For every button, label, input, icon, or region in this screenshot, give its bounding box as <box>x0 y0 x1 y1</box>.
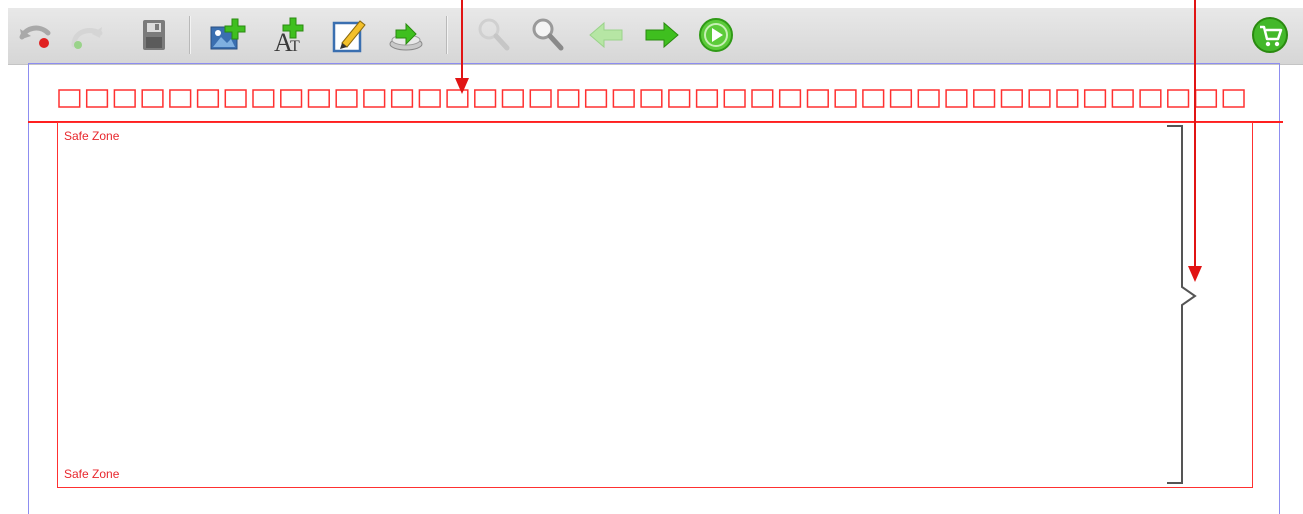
binding-hole <box>113 89 136 108</box>
binding-hole <box>501 89 524 108</box>
binding-hole <box>363 89 386 108</box>
binding-hole <box>640 89 663 108</box>
binding-hole <box>224 89 247 108</box>
binding-hole <box>1028 89 1051 108</box>
binding-hole <box>1111 89 1134 108</box>
binding-hole <box>584 89 608 108</box>
binding-hole <box>307 89 330 108</box>
binding-hole <box>751 89 774 108</box>
binding-hole <box>418 89 441 108</box>
binding-hole <box>862 89 885 108</box>
binding-hole <box>446 89 469 108</box>
safe-zone-top-label: Safe Zone <box>64 129 120 143</box>
binding-hole <box>1056 89 1079 108</box>
binding-hole <box>1222 89 1245 108</box>
binding-hole <box>668 89 691 108</box>
binding-hole <box>695 89 719 108</box>
editor-page: A T Safe Zone Safe Zone <box>0 0 1303 514</box>
binding-hole <box>1139 89 1162 108</box>
binding-hole <box>280 89 303 108</box>
binding-hole <box>474 89 497 108</box>
binding-hole <box>945 89 968 108</box>
binding-hole <box>973 89 996 108</box>
binding-hole <box>612 89 635 108</box>
binding-hole <box>834 89 857 108</box>
binding-hole <box>1194 89 1218 108</box>
binding-hole <box>529 89 552 108</box>
binding-hole <box>1000 89 1023 108</box>
binding-hole <box>252 89 275 108</box>
binding-hole <box>723 89 746 108</box>
binding-hole <box>889 89 913 108</box>
binding-hole <box>1167 89 1190 108</box>
binding-hole <box>390 89 414 108</box>
binding-hole <box>917 89 940 108</box>
safe-zone-area <box>57 122 1253 488</box>
binding-hole <box>85 89 109 108</box>
safe-zone-bottom-label: Safe Zone <box>64 467 120 481</box>
binding-hole <box>778 89 802 108</box>
binding-hole <box>58 89 81 108</box>
binding-hole <box>169 89 192 108</box>
binding-hole <box>141 89 164 108</box>
binding-hole <box>335 89 358 108</box>
binding-hole <box>1083 89 1107 108</box>
binding-hole <box>557 89 580 108</box>
binding-hole <box>806 89 829 108</box>
binding-hole <box>196 89 220 108</box>
